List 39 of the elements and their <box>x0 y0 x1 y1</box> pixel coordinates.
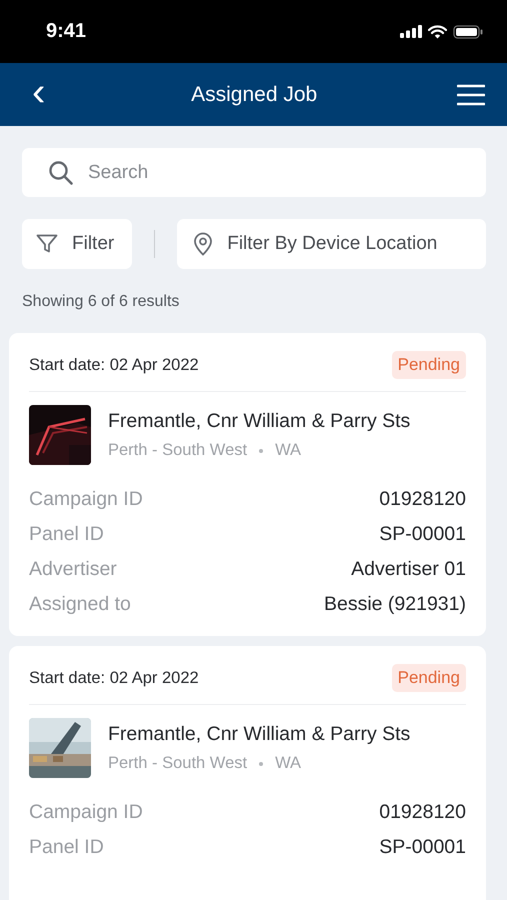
filter-button[interactable]: Filter <box>22 219 132 269</box>
detail-value: 01928120 <box>379 487 466 511</box>
menu-icon[interactable] <box>456 84 485 106</box>
location-title: Fremantle, Cnr William & Parry Sts <box>108 723 410 746</box>
status-badge: Pending <box>392 351 466 379</box>
detail-value: SP-00001 <box>379 522 466 546</box>
detail-label: Advertiser <box>29 557 117 581</box>
state-text: WA <box>275 754 302 773</box>
back-button[interactable]: ‹ <box>26 72 52 118</box>
detail-value: Advertiser 01 <box>351 557 466 581</box>
detail-label: Panel ID <box>29 835 104 859</box>
signal-icon <box>400 25 422 38</box>
job-card[interactable]: Start date: 02 Apr 2022 Pending Fremantle, Cnr William & Parry Sts Perth - South West WA Campaign ID 01928120 Panel ID SP-00001 Advertiser Advertiser 01 Assigned to Bessie (921931) <box>9 333 486 636</box>
detail-label: Panel ID <box>29 522 104 546</box>
start-date: Start date: 02 Apr 2022 <box>29 668 199 688</box>
state-text: WA <box>275 441 302 460</box>
job-card[interactable]: Start date: 02 Apr 2022 Pending Fremantle, Cnr William & Parry Sts Perth - South West WA Campaign ID 01928120 Panel ID SP-00001 <box>9 646 486 900</box>
search-field[interactable]: Search <box>22 148 486 197</box>
detail-value: Bessie (921931) <box>324 592 466 616</box>
separator-dot <box>259 762 264 766</box>
start-date: Start date: 02 Apr 2022 <box>29 356 199 374</box>
detail-label: Assigned to <box>29 592 131 616</box>
clock-time: 9:41 <box>46 20 86 43</box>
location-pin-icon <box>193 232 214 256</box>
status-badge: Pending <box>392 664 466 692</box>
battery-icon <box>453 24 483 38</box>
results-count: Showing 6 of 6 results <box>22 293 180 311</box>
region-text: Perth - South West <box>108 441 248 460</box>
location-title: Fremantle, Cnr William & Parry Sts <box>108 410 410 433</box>
separator-dot <box>259 448 264 452</box>
detail-label: Campaign ID <box>29 487 143 511</box>
detail-value: SP-00001 <box>379 835 466 859</box>
detail-label: Campaign ID <box>29 800 143 824</box>
wifi-icon <box>428 24 447 38</box>
region-text: Perth - South West <box>108 754 248 773</box>
page-title: Assigned Job <box>191 82 318 106</box>
funnel-icon <box>36 234 58 254</box>
detail-value: 01928120 <box>379 800 466 824</box>
location-filter-button[interactable]: Filter By Device Location <box>177 219 486 269</box>
